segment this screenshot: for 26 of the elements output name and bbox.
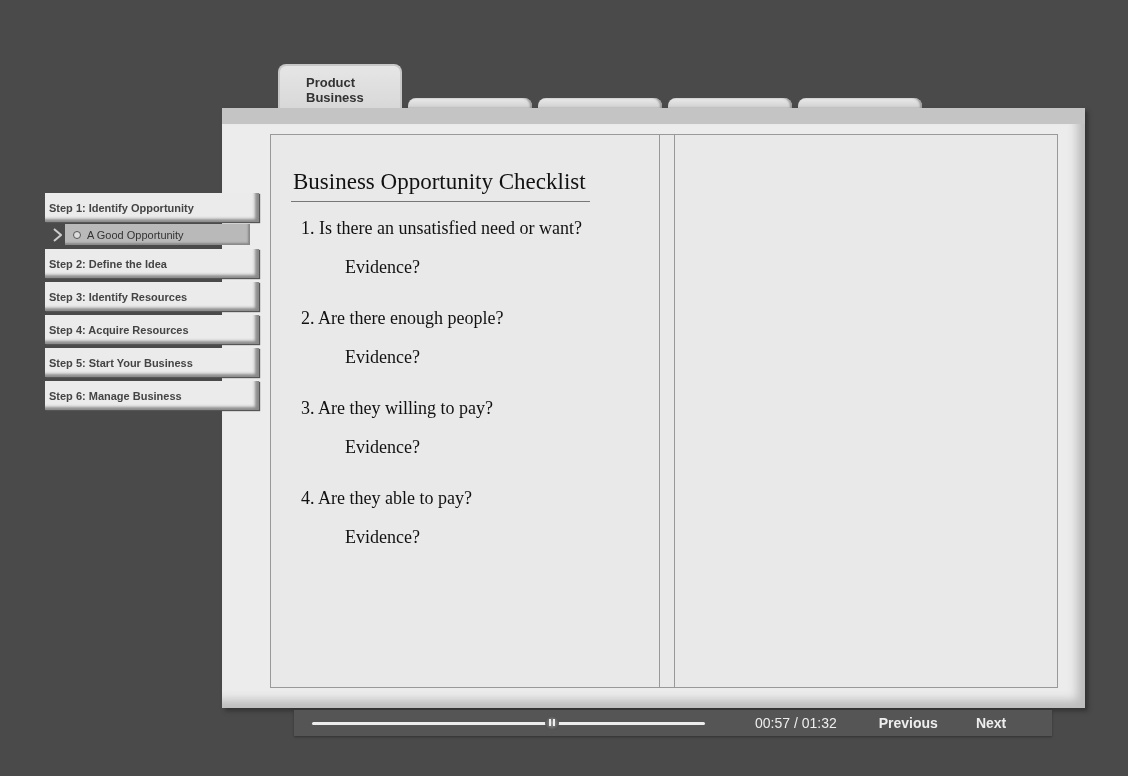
checklist-question: 2. Are there enough people? xyxy=(301,308,505,329)
step-item[interactable]: Step 3: Identify Resources xyxy=(45,282,259,311)
tab[interactable] xyxy=(798,98,922,108)
nav-button[interactable]: Previous xyxy=(878,715,938,731)
evidence-prompt: Evidence? xyxy=(345,437,421,458)
evidence-prompt: Evidence? xyxy=(345,347,421,368)
step-item[interactable]: Step 4: Acquire Resources xyxy=(45,315,259,344)
tab[interactable] xyxy=(538,98,662,108)
nav-button[interactable]: Next xyxy=(975,715,1007,731)
seek-thumb[interactable] xyxy=(544,715,559,730)
step-item[interactable]: Step 1: Identify Opportunity xyxy=(45,193,259,222)
evidence-prompt: Evidence? xyxy=(345,257,421,278)
checklist-question: 1. Is there an unsatisfied need or want? xyxy=(301,218,583,239)
checklist-question: 4. Are they able to pay? xyxy=(301,488,473,509)
chevron-icon xyxy=(53,227,62,242)
time-display: 00:57 / 01:32 xyxy=(755,715,837,731)
step-item[interactable]: Step 6: Manage Business xyxy=(45,381,259,410)
step-item[interactable]: Step 5: Start Your Business xyxy=(45,348,259,377)
tab[interactable] xyxy=(668,98,792,108)
tab[interactable] xyxy=(408,98,532,108)
tab[interactable]: Product Business xyxy=(278,64,402,108)
evidence-prompt: Evidence? xyxy=(345,527,421,548)
step-item[interactable]: Step 2: Define the Idea xyxy=(45,249,259,278)
sub-step-item[interactable]: A Good Opportunity xyxy=(65,224,250,245)
checklist-question: 3. Are they willing to pay? xyxy=(301,398,494,419)
page-title: Business Opportunity Checklist xyxy=(291,169,590,202)
